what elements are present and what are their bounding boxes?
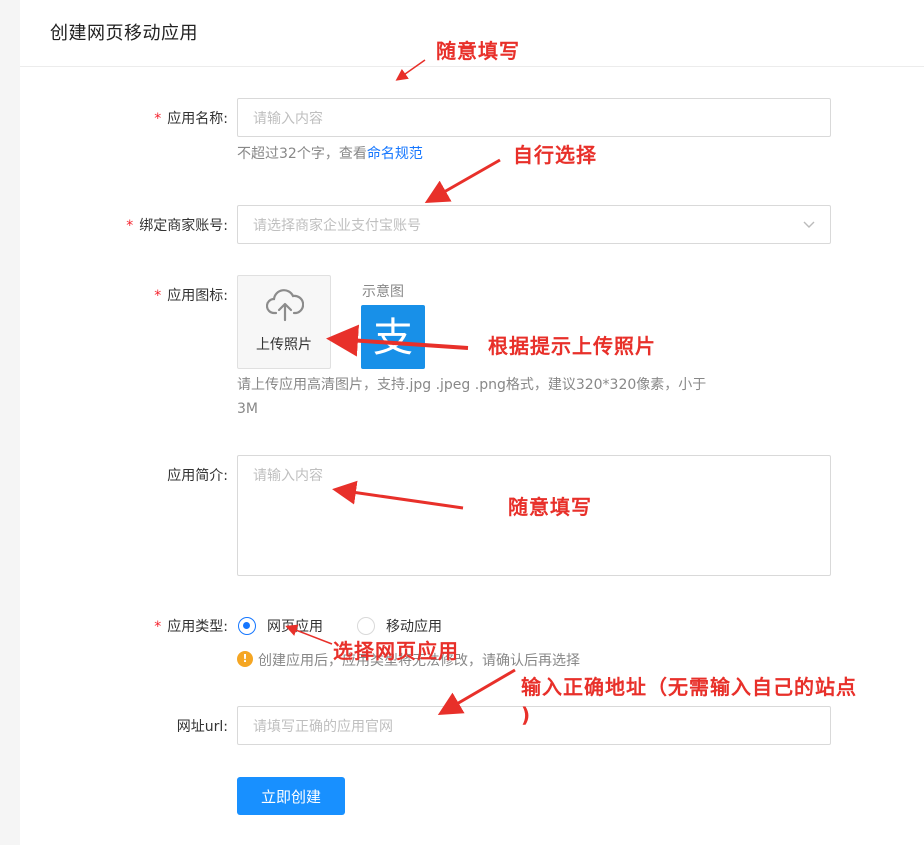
naming-rules-link[interactable]: 命名规范 bbox=[367, 146, 423, 162]
cloud-upload-icon bbox=[266, 289, 304, 322]
upload-photo-button[interactable]: 上传照片 bbox=[237, 275, 331, 369]
annotation-self-select: 自行选择 bbox=[513, 143, 597, 167]
annotation-url-line1: 输入正确地址（无需输入自己的站点 bbox=[521, 675, 857, 699]
intro-label: 应用简介: bbox=[167, 468, 228, 484]
alipay-logo-icon: 支 bbox=[361, 305, 425, 369]
app-name-label: * 应用名称: bbox=[154, 111, 228, 127]
url-input[interactable]: 请填写正确的应用官网 bbox=[237, 706, 831, 745]
type-label: * 应用类型: bbox=[154, 619, 228, 635]
app-name-hint: 不超过32个字，查看命名规范 bbox=[237, 146, 423, 162]
icon-label: * 应用图标: bbox=[154, 288, 228, 304]
annotation-fill-freely: 随意填写 bbox=[436, 39, 520, 63]
app-name-input[interactable]: 请输入内容 bbox=[237, 98, 831, 137]
annotation-fill-freely-2: 随意填写 bbox=[508, 495, 592, 519]
annotation-url-line2: ) bbox=[521, 703, 532, 727]
merchant-placeholder: 请选择商家企业支付宝账号 bbox=[253, 217, 421, 234]
svg-text:支: 支 bbox=[373, 315, 413, 361]
merchant-select[interactable]: 请选择商家企业支付宝账号 bbox=[237, 205, 831, 244]
app-name-placeholder: 请输入内容 bbox=[253, 110, 323, 127]
form-card: 创建网页移动应用 * 应用名称: 请输入内容 不超过32个字，查看命名规范 * 绑定… bbox=[20, 0, 924, 845]
annotation-select-web-app: 选择网页应用 bbox=[333, 639, 459, 663]
icon-hint-line2: 3M bbox=[237, 401, 258, 417]
merchant-label: * 绑定商家账号: bbox=[126, 218, 228, 234]
icon-hint-line1: 请上传应用高清图片，支持.jpg .jpeg .png格式，建议320*320像… bbox=[237, 377, 707, 393]
annotation-upload-photo: 根据提示上传照片 bbox=[488, 334, 656, 358]
create-now-button[interactable]: 立即创建 bbox=[237, 777, 345, 815]
url-label: 网址url: bbox=[176, 719, 228, 735]
demo-label: 示意图 bbox=[362, 284, 404, 300]
radio-web-app[interactable] bbox=[238, 617, 256, 635]
page-title: 创建网页移动应用 bbox=[50, 23, 198, 44]
radio-mobile-app[interactable] bbox=[357, 617, 375, 635]
chevron-down-icon bbox=[803, 221, 815, 228]
warning-icon: ! bbox=[237, 651, 253, 667]
upload-label: 上传照片 bbox=[256, 337, 312, 353]
url-placeholder: 请填写正确的应用官网 bbox=[253, 718, 393, 735]
intro-placeholder: 请输入内容 bbox=[253, 468, 323, 484]
radio-mobile-app-label[interactable]: 移动应用 bbox=[386, 616, 442, 636]
radio-web-app-label[interactable]: 网页应用 bbox=[267, 616, 323, 636]
required-mark: * bbox=[154, 111, 162, 127]
